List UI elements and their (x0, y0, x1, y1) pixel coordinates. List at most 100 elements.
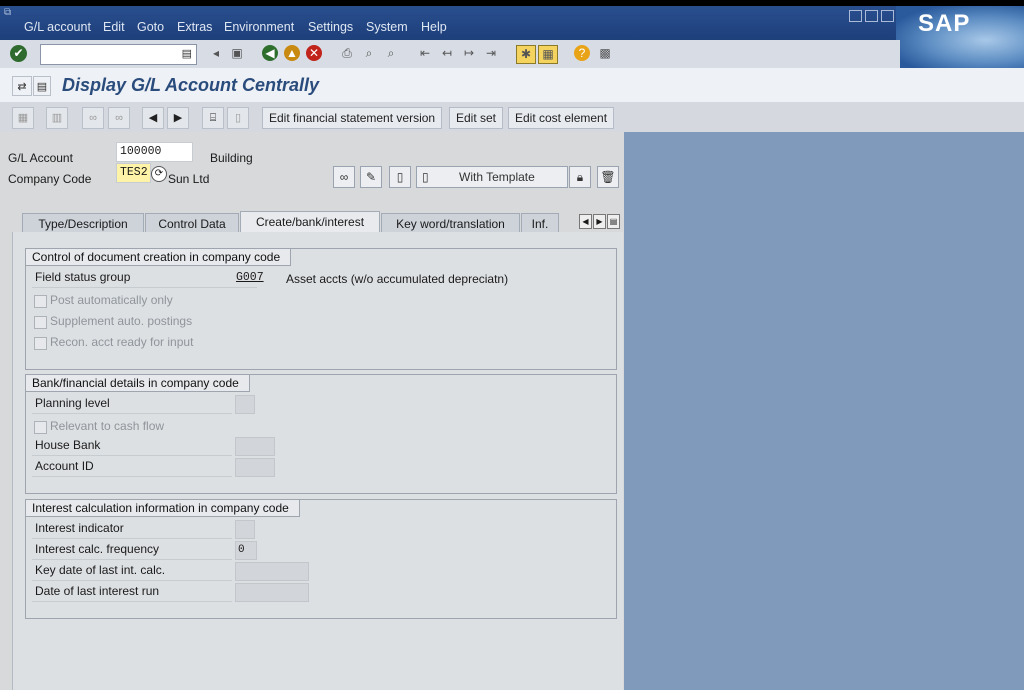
company-code-description: Sun Ltd (168, 172, 210, 186)
exit-icon[interactable]: ▲ (284, 45, 300, 61)
display-change-icon[interactable]: ⇄ (12, 76, 32, 96)
relevant-cash-flow-label: Relevant to cash flow (50, 419, 165, 433)
tab-control-data[interactable]: Control Data (145, 213, 239, 234)
menu-goto[interactable]: Goto (137, 20, 164, 34)
glasses-alt-icon[interactable]: ∞ (108, 107, 130, 129)
post-auto-label: Post automatically only (50, 293, 173, 307)
maximize-icon[interactable] (865, 10, 878, 22)
next-page-icon[interactable]: ↦ (460, 45, 478, 62)
tab-type-description[interactable]: Type/Description (22, 213, 144, 234)
company-code-label: Company Code (8, 172, 92, 186)
command-history-icon[interactable]: ▤ (182, 47, 192, 60)
title-bar: ⇄ ▤ Display G/L Account Centrally (0, 68, 1024, 102)
save-icon[interactable]: ▣ (228, 45, 246, 62)
with-template-button[interactable]: ▯ With Template (416, 166, 568, 188)
previous-page-icon[interactable]: ↤ (438, 45, 456, 62)
document-icon[interactable]: ▤ (33, 76, 51, 96)
edit-cost-element-button[interactable]: Edit cost element (508, 107, 615, 129)
previous-icon[interactable]: ◀ (142, 107, 164, 129)
create-session-icon[interactable]: ✱ (516, 45, 536, 64)
group-bank-financial-title: Bank/financial details in company code (26, 374, 250, 392)
date-last-interest-run-row: Date of last interest run (32, 581, 232, 602)
account-id-row: Account ID (32, 456, 232, 477)
help-f4-icon[interactable]: ⟳ (151, 166, 167, 182)
group-interest-calculation-title: Interest calculation information in comp… (26, 499, 300, 517)
tab-information[interactable]: Inf. (521, 213, 559, 234)
key-date-last-calc-field[interactable] (235, 562, 309, 581)
last-page-icon[interactable]: ⇥ (482, 45, 500, 62)
application-toolbar: ▦ ▥ ∞ ∞ ◀ ▶ ⌸ ▯ Edit financial statement… (0, 102, 1024, 133)
page-title: Display G/L Account Centrally (62, 75, 320, 95)
date-last-interest-run-field[interactable] (235, 583, 309, 602)
minimize-icon[interactable] (849, 10, 862, 22)
first-page-icon[interactable]: ⇤ (416, 45, 434, 62)
glasses-display-icon[interactable]: ∞ (333, 166, 355, 188)
interest-calc-frequency-row: Interest calc. frequency (32, 539, 232, 560)
gl-account-input[interactable]: 100000 (116, 142, 193, 162)
tab-scroll-left-icon[interactable]: ◀ (579, 214, 592, 229)
account-id-field[interactable] (235, 458, 275, 477)
menu-help[interactable]: Help (421, 20, 447, 34)
house-bank-label: House Bank (35, 438, 101, 452)
supplement-auto-checkbox[interactable] (34, 316, 47, 329)
find-icon[interactable]: ⌕ (360, 45, 378, 62)
interest-calc-frequency-field[interactable]: 0 (235, 541, 257, 560)
interest-indicator-field[interactable] (235, 520, 255, 539)
edit-set-button[interactable]: Edit set (449, 107, 504, 129)
next-icon[interactable]: ▶ (167, 107, 189, 129)
menu-gl-account[interactable]: G/L account (24, 20, 91, 34)
back-icon[interactable]: ◀ (262, 45, 278, 61)
edit-fs-version-button[interactable]: Edit financial statement version (262, 107, 443, 129)
relevant-cash-flow-checkbox[interactable] (34, 421, 47, 434)
cancel-icon[interactable]: ✕ (306, 45, 322, 61)
account-id-label: Account ID (35, 459, 94, 473)
create-new-icon[interactable]: ▯ (389, 166, 411, 188)
date-last-interest-run-label: Date of last interest run (35, 584, 160, 598)
delete-icon[interactable]: 🗑︎ (597, 166, 619, 188)
planning-level-field[interactable] (235, 395, 255, 414)
interest-indicator-label: Interest indicator (35, 521, 124, 535)
customize-layout-icon[interactable]: ▩ (596, 45, 614, 62)
find-next-icon[interactable]: ⌕ (382, 45, 400, 62)
account-list-icon[interactable]: ▥ (46, 107, 68, 129)
supplement-auto-label: Supplement auto. postings (50, 314, 193, 328)
sap-window: ⧉ G/L account Edit Goto Extras Environme… (0, 6, 1024, 690)
background-panel (624, 132, 1024, 690)
post-auto-checkbox[interactable] (34, 295, 47, 308)
menu-system[interactable]: System (366, 20, 408, 34)
pencil-edit-icon[interactable]: ✎ (360, 166, 382, 188)
house-bank-field[interactable] (235, 437, 275, 456)
other-account-icon[interactable]: ▦ (12, 107, 34, 129)
company-code-input[interactable]: TES2 (116, 163, 151, 183)
enter-icon[interactable]: ✔ (10, 45, 27, 62)
recon-acct-label: Recon. acct ready for input (50, 335, 194, 349)
tab-panel: Control of document creation in company … (12, 232, 623, 690)
interest-calc-frequency-label: Interest calc. frequency (35, 542, 160, 556)
menu-settings[interactable]: Settings (308, 20, 353, 34)
menu-environment[interactable]: Environment (224, 20, 294, 34)
blank-doc-icon[interactable]: ▯ (227, 107, 249, 129)
window-controls (849, 10, 894, 22)
help-icon[interactable]: ? (574, 45, 590, 61)
close-window-icon[interactable] (881, 10, 894, 22)
back-arrow-icon[interactable]: ◂ (207, 45, 225, 62)
window-icon[interactable]: ⧉ (4, 7, 11, 18)
planning-level-label: Planning level (35, 396, 110, 410)
print-icon[interactable]: ⎙ (338, 45, 356, 62)
shortcut-icon[interactable]: ▦ (538, 45, 558, 64)
key-date-last-calc-label: Key date of last int. calc. (35, 563, 166, 577)
field-status-group-row: Field status group (32, 267, 257, 288)
menu-edit[interactable]: Edit (103, 20, 125, 34)
tab-scroll-right-icon[interactable]: ▶ (593, 214, 606, 229)
tab-keyword-translation[interactable]: Key word/translation (381, 213, 520, 234)
field-status-group-value[interactable]: G007 (236, 271, 264, 284)
trash-bin-icon[interactable]: ⌸ (202, 107, 224, 129)
command-field[interactable]: ▤ (40, 44, 197, 65)
recon-acct-checkbox[interactable] (34, 337, 47, 350)
tab-list-icon[interactable]: ▤ (607, 214, 620, 229)
sap-logo: SAP (896, 6, 1024, 68)
group-document-creation-title: Control of document creation in company … (26, 248, 292, 266)
menu-extras[interactable]: Extras (177, 20, 212, 34)
lock-icon[interactable]: 🔒︎ (569, 166, 591, 188)
glasses-icon[interactable]: ∞ (82, 107, 104, 129)
